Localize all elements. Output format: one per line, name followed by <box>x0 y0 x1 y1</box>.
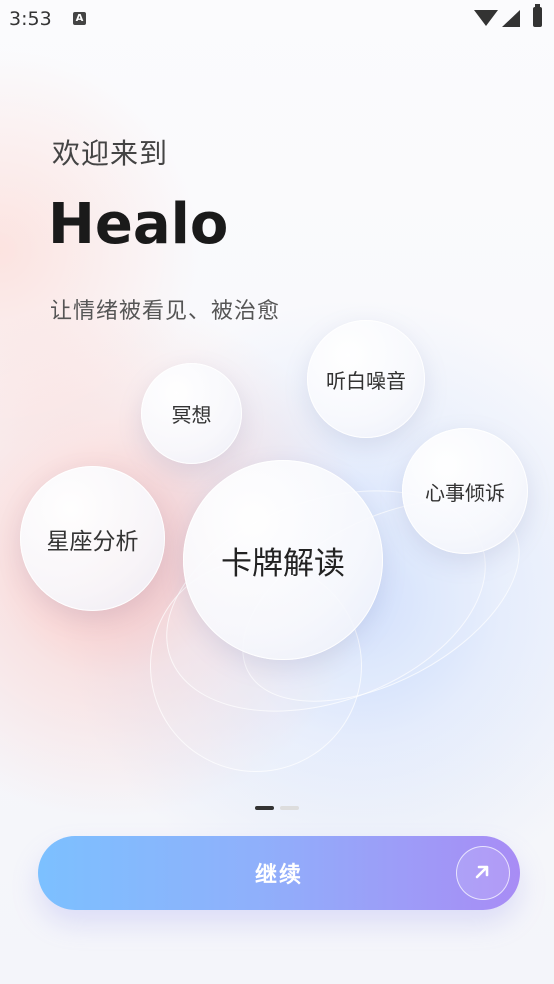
welcome-text: 欢迎来到 <box>52 137 169 170</box>
meditation-bubble[interactable]: 冥想 <box>141 363 242 464</box>
white-noise-label: 听白噪音 <box>326 368 406 393</box>
status-time: 3:53 <box>9 8 52 30</box>
page-dot-active <box>255 806 274 810</box>
astrology-bubble[interactable]: 星座分析 <box>20 466 165 611</box>
tagline: 让情绪被看见、被治愈 <box>50 299 281 324</box>
meditation-label: 冥想 <box>171 403 212 427</box>
astrology-label: 星座分析 <box>46 528 139 555</box>
confide-bubble[interactable]: 心事倾诉 <box>402 428 528 554</box>
signal-icon <box>502 10 520 27</box>
continue-label: 继续 <box>254 863 303 888</box>
wifi-icon <box>474 10 498 26</box>
white-noise-bubble[interactable]: 听白噪音 <box>307 320 425 438</box>
app-title: Healo <box>48 192 229 257</box>
notification-a-icon: A <box>73 12 86 25</box>
page-indicator <box>255 806 299 810</box>
page-dot <box>280 806 299 810</box>
arrow-up-right-icon[interactable] <box>456 846 510 900</box>
tarot-bubble[interactable]: 卡牌解读 <box>183 460 383 660</box>
status-bar: 3:53 A <box>0 0 554 38</box>
continue-button[interactable]: 继续 <box>38 836 520 910</box>
battery-icon <box>533 4 542 27</box>
confide-label: 心事倾诉 <box>425 480 505 505</box>
tarot-label: 卡牌解读 <box>221 545 345 582</box>
